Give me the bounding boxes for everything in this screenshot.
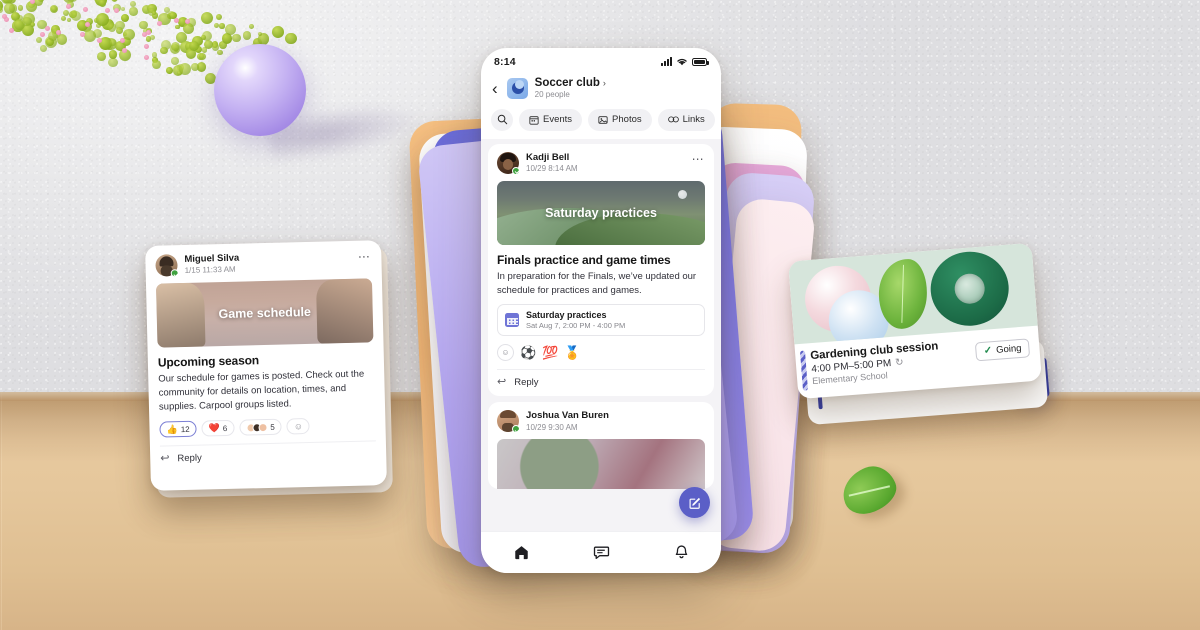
- post-timestamp: 10/29 8:14 AM: [526, 164, 578, 174]
- calendar-event-icon: [505, 313, 519, 328]
- soccer-club-avatar[interactable]: [506, 77, 528, 99]
- avatar: [155, 254, 179, 278]
- reply-label: Reply: [514, 377, 539, 389]
- chat-bubble-icon: [593, 546, 609, 560]
- heart-icon: ❤️: [208, 422, 220, 434]
- bell-icon: [675, 545, 687, 559]
- back-chevron-icon[interactable]: ‹: [490, 80, 500, 97]
- post-hero-image[interactable]: Saturday practices: [497, 180, 705, 245]
- photo-green-yarn: [927, 248, 1012, 329]
- post-title: Finals practice and game times: [497, 252, 671, 267]
- search-icon: [497, 115, 507, 125]
- event-category-stripe: [799, 350, 809, 391]
- more-options-icon[interactable]: ⋯: [358, 249, 372, 263]
- hero-caption: Saturday practices: [545, 205, 657, 220]
- reaction-heart[interactable]: ❤️ 6: [201, 420, 235, 437]
- post-hero-image[interactable]: Game schedule: [155, 278, 374, 348]
- moon-decoration: [678, 189, 687, 199]
- post-title: Upcoming season: [157, 353, 260, 370]
- channel-title[interactable]: Soccer club ›: [535, 77, 606, 90]
- filter-links-label: Links: [682, 114, 705, 126]
- filter-photos[interactable]: Photos: [588, 108, 652, 131]
- calendar-icon: [529, 116, 539, 125]
- reactor-avatars: [246, 422, 268, 433]
- channel-member-count: 20 people: [534, 89, 570, 99]
- add-reaction-icon[interactable]: ☺: [286, 418, 311, 435]
- post-body: Our schedule for games is posted. Check …: [158, 368, 365, 413]
- post-item[interactable]: Kadji Bell 10/29 8:14 AM ⋯ Saturday prac…: [488, 143, 714, 397]
- reply-row[interactable]: ↩ Reply: [497, 369, 705, 388]
- post-header: Joshua Van Buren 10/29 9:30 AM: [497, 410, 705, 434]
- channel-name-text: Soccer club: [534, 77, 600, 89]
- filter-links[interactable]: Links: [657, 108, 715, 131]
- reply-arrow-icon: ↩: [497, 376, 507, 389]
- post-header: Kadji Bell 10/29 8:14 AM ⋯: [497, 151, 705, 175]
- left-post-header: Miguel Silva 1/15 11:33 AM ⋯: [155, 249, 372, 278]
- chevron-right-icon: ›: [602, 78, 606, 89]
- nav-home[interactable]: [513, 544, 530, 561]
- reaction-people[interactable]: 5: [239, 418, 282, 436]
- reaction-chips: 👍 12 ❤️ 6 5 ☺: [159, 417, 375, 438]
- presence-available-icon: [512, 425, 520, 434]
- reaction-soccer-ball[interactable]: ⚽: [520, 346, 536, 359]
- rsvp-label: Going: [995, 342, 1022, 356]
- reply-row[interactable]: ↩ Reply: [159, 440, 377, 465]
- hero-photo: [497, 439, 705, 490]
- link-icon: [667, 116, 679, 123]
- attached-event-title: Saturday practices: [526, 310, 607, 321]
- image-icon: [598, 116, 608, 124]
- avatar: [497, 151, 520, 175]
- post-hero-image[interactable]: [497, 439, 705, 490]
- post-author-name: Kadji Bell: [526, 151, 570, 163]
- thumbs-up-icon: 👍: [166, 423, 178, 435]
- reaction-medal[interactable]: 🏅: [564, 346, 580, 359]
- post-body: In preparation for the Finals, we’ve upd…: [497, 270, 697, 296]
- post-feed[interactable]: Kadji Bell 10/29 8:14 AM ⋯ Saturday prac…: [481, 138, 721, 531]
- presence-available-icon: [512, 166, 520, 175]
- post-author-name: Joshua Van Buren: [526, 410, 609, 422]
- phone-mockup: 8:14 ‹ Soccer club › 20 people Events Ph…: [481, 48, 721, 573]
- status-bar-time: 8:14: [494, 55, 516, 68]
- wifi-icon: [677, 58, 687, 66]
- more-options-icon[interactable]: ⋯: [692, 152, 705, 165]
- hero-caption: Game schedule: [218, 304, 312, 322]
- nav-activity[interactable]: [673, 544, 690, 561]
- attached-event-subtitle: Sat Aug 7, 2:00 PM - 4:00 PM: [526, 321, 626, 331]
- avatar: [497, 410, 520, 434]
- presence-available-icon: [170, 269, 179, 278]
- reaction-count: 12: [180, 424, 190, 434]
- compose-pencil-icon: [689, 497, 700, 509]
- rsvp-going-button[interactable]: ✓ Going: [975, 338, 1031, 362]
- reaction-thumbs-up[interactable]: 👍 12: [159, 421, 197, 438]
- filter-events-label: Events: [543, 114, 573, 126]
- status-bar: 8:14: [481, 48, 721, 75]
- nav-chat[interactable]: [593, 544, 610, 561]
- check-icon: ✓: [983, 345, 993, 357]
- filter-search[interactable]: [491, 108, 513, 131]
- battery-icon: [692, 58, 709, 66]
- left-post-card[interactable]: Miguel Silva 1/15 11:33 AM ⋯ Game schedu…: [145, 240, 387, 491]
- bottom-navigation: [481, 531, 721, 573]
- home-icon: [514, 546, 528, 560]
- reaction-row: ☺ ⚽ 💯 🏅: [497, 344, 705, 362]
- attached-event-card[interactable]: Saturday practices Sat Aug 7, 2:00 PM - …: [497, 304, 705, 337]
- gardening-event-card[interactable]: Gardening club session 4:00 PM–5:00 PM ↻…: [788, 242, 1042, 400]
- reaction-count: 6: [222, 423, 228, 433]
- add-reaction-button[interactable]: ☺: [497, 344, 514, 362]
- reply-arrow-icon: ↩: [160, 452, 170, 465]
- reply-label: Reply: [177, 452, 202, 465]
- repeat-icon: ↻: [894, 357, 905, 369]
- filter-pills: Events Photos Links: [481, 108, 721, 139]
- reaction-hundred[interactable]: 💯: [542, 346, 558, 359]
- channel-header: ‹ Soccer club › 20 people: [481, 75, 721, 109]
- filter-photos-label: Photos: [612, 114, 642, 126]
- signal-bars-icon: [661, 57, 672, 66]
- reaction-count: 5: [270, 422, 275, 432]
- filter-events[interactable]: Events: [519, 108, 583, 131]
- compose-button[interactable]: [679, 487, 710, 518]
- post-item[interactable]: Joshua Van Buren 10/29 9:30 AM: [488, 402, 714, 490]
- post-timestamp: 10/29 9:30 AM: [526, 422, 578, 432]
- lavender-sphere: [214, 44, 306, 136]
